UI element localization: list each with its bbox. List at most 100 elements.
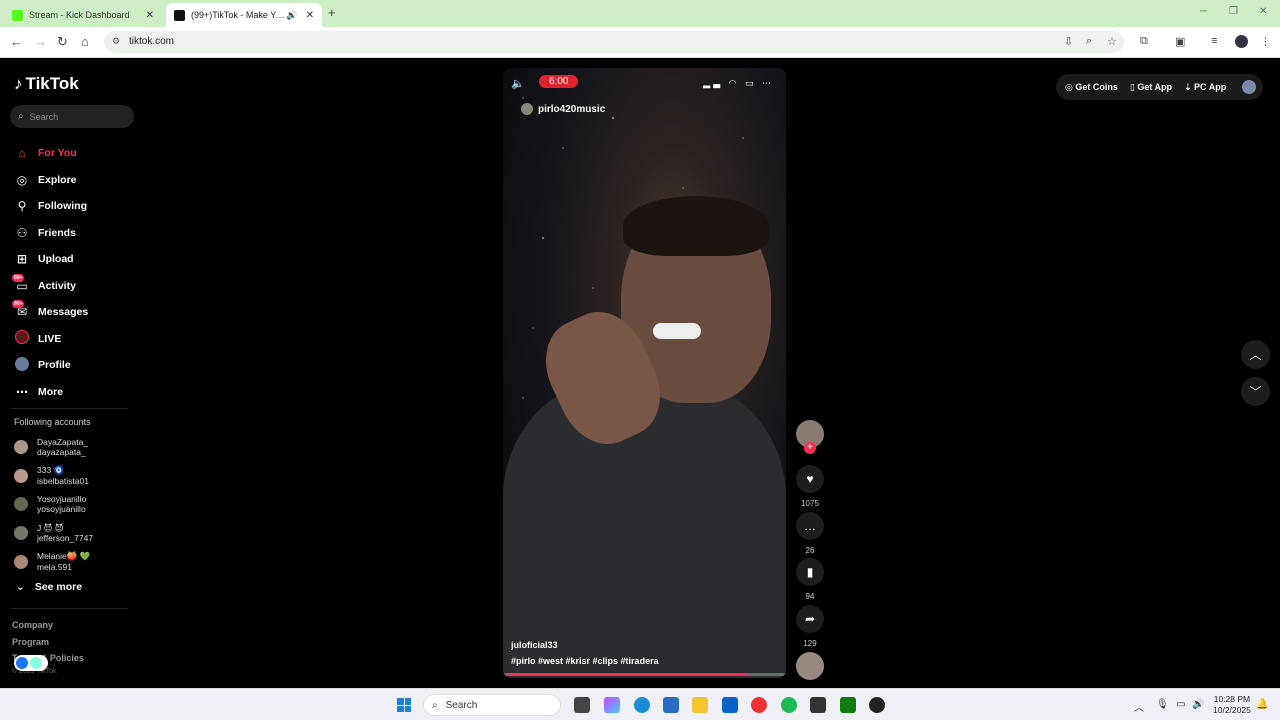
following-account-item[interactable]: Yosoyjuanillo yosoyjuanillo <box>14 490 93 519</box>
following-account-item[interactable]: J 😈 😈 jefferson_7747 <box>14 519 93 548</box>
video-person-teeth <box>653 323 701 339</box>
reload-icon[interactable]: ↻ <box>57 34 68 50</box>
copilot-icon[interactable] <box>604 697 620 713</box>
nav-friends[interactable]: ⚇ Friends <box>14 220 134 247</box>
see-more-button[interactable]: ⌄ See more <box>16 581 82 593</box>
tab-kick-dashboard[interactable]: Stream - Kick Dashboard ✕ <box>4 3 162 27</box>
tiktok-logo[interactable]: ♪ TikTok <box>14 74 79 94</box>
speaker-icon[interactable]: 🔊 <box>286 10 297 21</box>
chrome-icon[interactable] <box>751 697 767 713</box>
network-icon[interactable]: ▭ <box>1176 699 1185 710</box>
save-button[interactable]: ▮ 94 <box>796 558 824 601</box>
site-info-icon[interactable]: ⚙ <box>112 36 120 47</box>
avatar <box>14 554 28 569</box>
browser-profile-avatar[interactable] <box>1235 35 1248 48</box>
caption-hashtags[interactable]: #pirlo #west #krisr #clips #tiradera <box>511 656 659 666</box>
taskbar-search[interactable]: ⌕ Search <box>423 694 561 716</box>
messages-badge: 99+ <box>12 300 25 309</box>
nav-messages[interactable]: ✉ 99+ Messages <box>12 299 134 326</box>
share-button[interactable]: ➦ 129 <box>796 605 824 648</box>
taskbar-clock[interactable]: 10:28 PM 10/2/2025 <box>1213 694 1251 716</box>
task-view-icon[interactable] <box>574 697 590 713</box>
tray-overflow-icon[interactable]: ︿ <box>1134 699 1144 714</box>
tab-tiktok[interactable]: (99+)TikTok - Make Your Day 🔊 ✕ <box>166 3 322 27</box>
obs-icon[interactable] <box>869 697 885 713</box>
extensions-icon[interactable]: ⧉ <box>1140 35 1148 48</box>
xbox-icon[interactable] <box>840 697 856 713</box>
store-icon[interactable] <box>663 697 679 713</box>
maximize-icon[interactable]: ❐ <box>1229 6 1238 17</box>
windows-taskbar: ⌕ Search ︿ 🎙 ▭ 🔊 10:28 PM 10/2/2025 🔔 <box>0 688 1280 720</box>
get-coins-label: Get Coins <box>1075 81 1118 92</box>
bookmark-icon: ▮ <box>796 558 824 586</box>
nav-label: Profile <box>38 359 71 372</box>
forward-icon[interactable]: → <box>34 34 47 49</box>
comment-count: 26 <box>805 546 815 555</box>
get-app-label: Get App <box>1137 81 1172 92</box>
nav-label: Explore <box>38 173 77 186</box>
pc-app-button[interactable]: ⇣ PC App <box>1184 82 1226 93</box>
sound-avatar-button[interactable] <box>796 652 824 680</box>
microphone-icon[interactable]: 🎙 <box>1156 699 1169 710</box>
caption-username[interactable]: juloficial33 <box>511 640 558 650</box>
spotify-icon[interactable] <box>781 697 797 713</box>
windows-start-icon[interactable] <box>397 698 411 712</box>
recording-overlay-pill[interactable] <box>14 655 48 671</box>
following-account-item[interactable]: DayaZapata_ dayazapata_ <box>14 433 93 462</box>
nav-live[interactable]: LIVE <box>14 326 134 353</box>
address-bar-row: ← → ↻ ⌂ ⚙ tiktok.com ⇩ ⌕ ☆ ⧉ ▣ ≡ ⋮ <box>0 27 1280 58</box>
get-coins-button[interactable]: ◎ Get Coins <box>1065 82 1118 93</box>
window-close-icon[interactable]: ✕ <box>1259 6 1267 17</box>
save-count: 94 <box>805 592 815 601</box>
avatar <box>14 468 28 483</box>
terminal-icon[interactable] <box>810 697 826 713</box>
split-view-icon[interactable]: ▣ <box>1175 35 1185 48</box>
nav-explore[interactable]: ◎ Explore <box>14 167 134 194</box>
nav-more[interactable]: ⋯ More <box>14 379 134 406</box>
close-tab-icon[interactable]: ✕ <box>146 10 154 21</box>
next-video-button[interactable]: ﹀ <box>1241 377 1270 406</box>
footer-program-link[interactable]: Program <box>12 637 49 647</box>
close-tab-icon[interactable]: ✕ <box>306 10 314 21</box>
footer-company-link[interactable]: Company <box>12 620 53 630</box>
install-app-icon[interactable]: ⇩ <box>1064 35 1073 48</box>
volume-tray-icon[interactable]: 🔊 <box>1192 699 1204 710</box>
nav-for-you[interactable]: ⌂ For You <box>14 140 134 167</box>
clock-time: 10:28 PM <box>1213 694 1251 704</box>
nav-profile[interactable]: Profile <box>14 352 134 379</box>
progress-fill <box>507 673 749 676</box>
edge-icon[interactable] <box>634 697 650 713</box>
nav-following[interactable]: ⚲ Following <box>14 193 134 220</box>
video-player[interactable]: 🔈 6:00 ▂▃ ◠ ▭ ⋯ pirlo420music juloficial… <box>503 68 786 678</box>
menu-dots-icon[interactable]: ⋮ <box>1260 35 1271 48</box>
following-account-item[interactable]: 333 🧿 isbelbatista01 <box>14 462 93 491</box>
follow-plus-icon[interactable]: + <box>804 442 816 454</box>
video-channel[interactable]: pirlo420music <box>521 103 605 115</box>
bookmark-star-icon[interactable]: ☆ <box>1107 35 1117 48</box>
search-input[interactable]: ⌕ Search <box>10 105 134 128</box>
heart-icon: ♥ <box>796 465 824 493</box>
minimize-icon[interactable]: ─ <box>1200 6 1207 17</box>
new-tab-icon[interactable]: + <box>328 5 336 20</box>
url-text[interactable]: tiktok.com <box>129 36 174 47</box>
nav-label: For You <box>38 147 77 160</box>
zoom-icon[interactable]: ⌕ <box>1086 35 1092 48</box>
user-avatar[interactable] <box>1242 80 1257 94</box>
file-explorer-icon[interactable] <box>692 697 708 713</box>
notification-icon[interactable]: 🔔 <box>1256 699 1268 710</box>
nav-upload[interactable]: ⊞ Upload <box>14 246 134 273</box>
like-button[interactable]: ♥ 1075 <box>796 465 824 508</box>
home-browser-icon[interactable]: ⌂ <box>81 34 89 49</box>
media-control-icon[interactable]: ≡ <box>1211 35 1217 47</box>
omnibox[interactable]: ⚙ tiktok.com ⇩ ⌕ ☆ <box>104 31 1124 53</box>
outlook-icon[interactable] <box>722 697 738 713</box>
creator-avatar-button[interactable]: + <box>796 420 824 454</box>
sidebar-nav: ⌂ For You ◎ Explore ⚲ Following ⚇ Friend… <box>12 140 134 406</box>
back-icon[interactable]: ← <box>10 34 23 49</box>
following-account-item[interactable]: Melanie🍑 💚 mela.591 <box>14 547 93 576</box>
comment-button[interactable]: … 26 <box>796 512 824 555</box>
volume-icon[interactable]: 🔈 <box>511 77 525 90</box>
previous-video-button[interactable]: ︿ <box>1241 340 1270 369</box>
nav-activity[interactable]: ▭ 99+ Activity <box>12 273 134 300</box>
get-app-button[interactable]: ▯ Get App <box>1130 82 1172 93</box>
